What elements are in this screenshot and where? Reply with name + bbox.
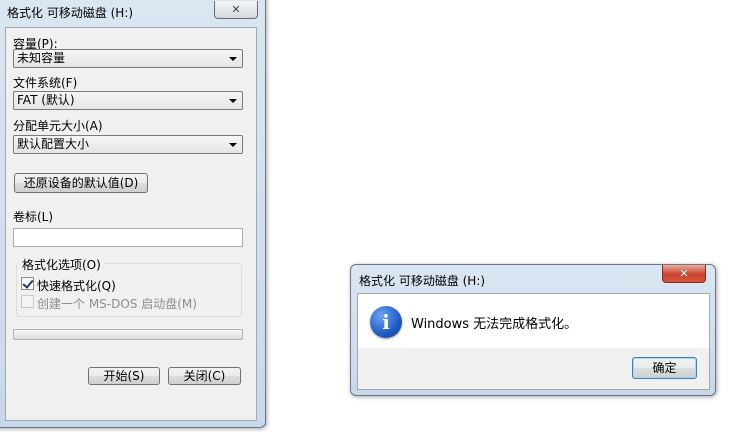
restore-defaults-label: 还原设备的默认值(D) bbox=[23, 176, 139, 190]
format-dialog-close-button[interactable]: ✕ bbox=[214, 1, 258, 19]
start-button[interactable]: 开始(S) bbox=[88, 367, 160, 385]
filesystem-select-value: FAT (默认) bbox=[17, 93, 75, 107]
format-progress-bar bbox=[13, 329, 243, 340]
message-box-close-button[interactable]: ✕ bbox=[662, 265, 706, 283]
message-box-window: 格式化 可移动磁盘 (H:) ✕ i Windows 无法完成格式化。 确定 bbox=[350, 264, 716, 396]
information-icon-glyph: i bbox=[382, 310, 390, 334]
message-box-client: i Windows 无法完成格式化。 确定 bbox=[357, 293, 710, 390]
msdos-startup-disk-label[interactable]: 创建一个 MS-DOS 启动盘(M) bbox=[37, 295, 197, 312]
close-icon: ✕ bbox=[679, 267, 689, 280]
volume-label-label: 卷标(L) bbox=[13, 210, 54, 224]
close-button-label: 关闭(C) bbox=[183, 369, 226, 383]
ok-button-label: 确定 bbox=[652, 361, 677, 375]
allocation-unit-select-value: 默认配置大小 bbox=[17, 137, 90, 151]
format-options-group-label: 格式化选项(O) bbox=[19, 256, 104, 273]
chevron-down-icon bbox=[229, 99, 237, 103]
volume-label-input[interactable] bbox=[13, 228, 243, 247]
capacity-select-value: 未知容量 bbox=[17, 51, 66, 65]
information-icon: i bbox=[370, 306, 402, 338]
start-button-label: 开始(S) bbox=[103, 369, 145, 383]
ok-button[interactable]: 确定 bbox=[632, 357, 697, 379]
allocation-unit-select[interactable]: 默认配置大小 bbox=[13, 135, 243, 154]
format-dialog-title: 格式化 可移动磁盘 (H:) bbox=[7, 6, 134, 20]
filesystem-select[interactable]: FAT (默认) bbox=[13, 91, 243, 110]
message-box-titlebar[interactable]: 格式化 可移动磁盘 (H:) bbox=[351, 265, 715, 291]
message-text: Windows 无法完成格式化。 bbox=[411, 317, 578, 332]
format-dialog-client: 容量(P): 未知容量 文件系统(F) FAT (默认) 分配单元大小(A) 默… bbox=[5, 27, 257, 421]
chevron-down-icon bbox=[229, 57, 237, 61]
filesystem-label: 文件系统(F) bbox=[13, 76, 78, 90]
format-dialog-window: 格式化 可移动磁盘 (H:) ✕ 容量(P): 未知容量 文件系统(F) FAT… bbox=[0, 0, 266, 428]
capacity-select[interactable]: 未知容量 bbox=[13, 49, 243, 68]
allocation-unit-label: 分配单元大小(A) bbox=[13, 119, 103, 133]
message-box-title: 格式化 可移动磁盘 (H:) bbox=[359, 274, 486, 288]
quick-format-checkbox[interactable] bbox=[21, 277, 34, 290]
chevron-down-icon bbox=[229, 143, 237, 147]
msdos-startup-disk-checkbox[interactable] bbox=[21, 295, 34, 308]
restore-defaults-button[interactable]: 还原设备的默认值(D) bbox=[14, 173, 148, 193]
close-icon: ✕ bbox=[231, 3, 241, 16]
quick-format-label[interactable]: 快速格式化(Q) bbox=[37, 277, 116, 294]
close-button[interactable]: 关闭(C) bbox=[168, 367, 241, 385]
